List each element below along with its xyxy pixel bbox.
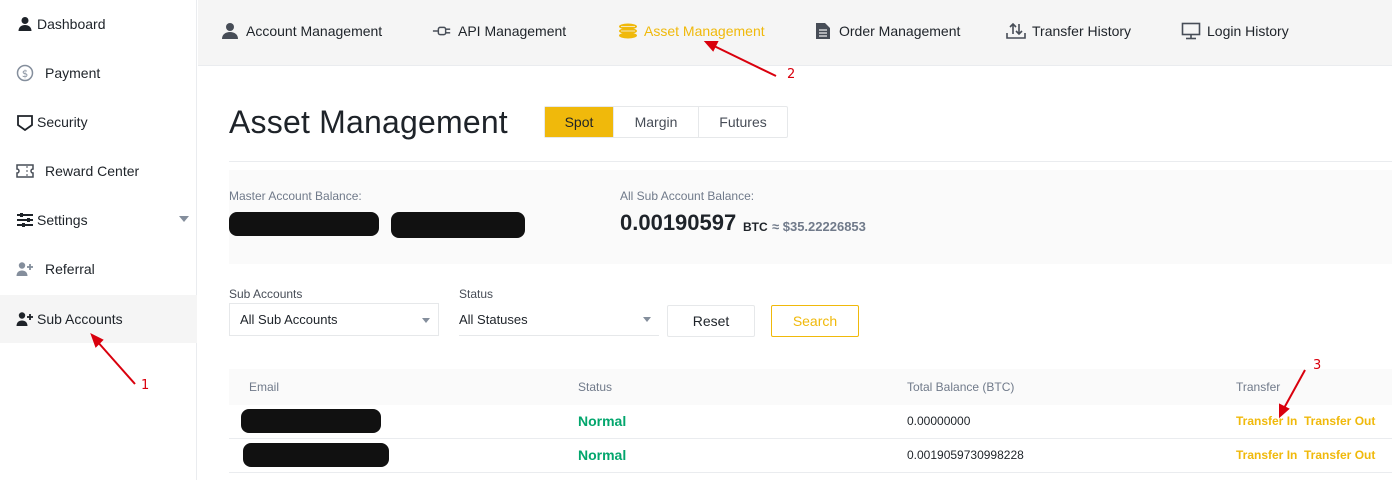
redacted-email [243, 443, 389, 467]
segment-margin[interactable]: Margin [614, 107, 699, 137]
sidebar-item-payment[interactable]: $ Payment [0, 49, 197, 97]
transfer-in-link[interactable]: Transfer In [1236, 414, 1297, 428]
sidebar-item-label: Settings [37, 212, 88, 228]
tab-label: Order Management [839, 23, 961, 39]
ticket-icon [16, 162, 34, 180]
document-icon [813, 21, 833, 41]
main-content: Asset Management Spot Margin Futures Mas… [198, 66, 1392, 480]
sidebar-item-dashboard[interactable]: Dashboard [0, 0, 197, 48]
table-header: Email Status Total Balance (BTC) Transfe… [229, 369, 1392, 405]
svg-text:$: $ [22, 69, 28, 80]
transfer-in-link[interactable]: Transfer In [1236, 448, 1297, 462]
chevron-down-icon[interactable] [179, 216, 189, 222]
tab-asset-management[interactable]: Asset Management [618, 0, 765, 62]
tab-order-management[interactable]: Order Management [813, 0, 960, 62]
tab-label: API Management [458, 23, 567, 39]
column-transfer: Transfer [1236, 380, 1281, 394]
tab-login-history[interactable]: Login History [1181, 0, 1289, 62]
balance-value: 0.00000000 [907, 414, 971, 428]
sidebar: Dashboard $ Payment Security Reward Cent… [0, 0, 197, 480]
user-icon [16, 15, 34, 33]
divider [229, 161, 1392, 162]
sidebar-item-sub-accounts[interactable]: Sub Accounts [0, 295, 197, 343]
sub-accounts-select-value: All Sub Accounts [240, 312, 338, 327]
balance-panel: Master Account Balance: All Sub Account … [229, 170, 1392, 264]
column-status: Status [578, 380, 613, 394]
sidebar-item-label: Sub Accounts [37, 311, 123, 327]
page-title: Asset Management [229, 104, 508, 140]
sidebar-item-reward-center[interactable]: Reward Center [0, 147, 197, 195]
tab-label: Login History [1207, 23, 1289, 39]
sidebar-item-security[interactable]: Security [0, 98, 197, 146]
annotation-label-1: 1 [141, 378, 150, 393]
redacted-master-balance [391, 212, 525, 238]
balance-value: 0.0019059730998228 [907, 448, 1024, 462]
tab-transfer-history[interactable]: Transfer History [1006, 0, 1131, 62]
master-balance-label: Master Account Balance: [229, 189, 362, 203]
table-row: Normal 0.0019059730998228 Transfer In Tr… [229, 439, 1392, 473]
market-segmented-control: Spot Margin Futures [544, 106, 788, 138]
user-plus-icon [16, 260, 34, 278]
reset-button[interactable]: Reset [667, 305, 755, 337]
redacted-email [241, 409, 381, 433]
user-plus-icon [16, 310, 34, 328]
search-button[interactable]: Search [771, 305, 859, 337]
sliders-icon [16, 211, 34, 229]
sidebar-item-label: Security [37, 114, 88, 130]
tab-label: Account Management [246, 23, 383, 39]
tab-label: Asset Management [644, 23, 765, 39]
chevron-down-icon [422, 318, 430, 323]
column-email: Email [249, 380, 280, 394]
redacted-master-balance [229, 212, 379, 236]
sub-accounts-select[interactable]: All Sub Accounts [229, 303, 439, 336]
sidebar-item-referral[interactable]: Referral [0, 245, 197, 293]
status-filter-label: Status [459, 287, 494, 301]
page-root: Dashboard $ Payment Security Reward Cent… [0, 0, 1392, 480]
monitor-icon [1181, 21, 1201, 41]
sidebar-item-label: Reward Center [45, 163, 140, 179]
sub-accounts-filter-label: Sub Accounts [229, 287, 303, 301]
tab-label: Transfer History [1032, 23, 1132, 39]
status-select[interactable]: All Statuses [459, 303, 659, 336]
annotation-label-2: 2 [787, 67, 796, 82]
sub-balance-label: All Sub Account Balance: [620, 189, 755, 203]
segment-spot[interactable]: Spot [545, 107, 614, 137]
coins-icon [618, 21, 638, 41]
top-nav: Account Management API Management Asset … [198, 0, 1392, 66]
annotation-label-3: 3 [1313, 358, 1322, 373]
tab-account-management[interactable]: Account Management [220, 0, 382, 62]
sub-balance-unit: BTC [743, 220, 768, 234]
sub-balance-usd: ≈ $35.22226853 [772, 219, 866, 234]
transfer-out-link[interactable]: Transfer Out [1304, 414, 1375, 428]
user-icon [220, 21, 240, 41]
plug-icon [432, 21, 452, 41]
segment-futures[interactable]: Futures [699, 107, 787, 137]
sidebar-item-label: Payment [45, 65, 101, 81]
transfer-icon [1006, 21, 1026, 41]
shield-icon [16, 113, 34, 131]
sidebar-item-label: Referral [45, 261, 95, 277]
status-badge: Normal [578, 447, 627, 463]
tab-api-management[interactable]: API Management [432, 0, 566, 62]
dollar-circle-icon: $ [16, 64, 34, 82]
chevron-down-icon [643, 317, 651, 322]
sidebar-item-label: Dashboard [37, 16, 106, 32]
sub-balance-value: 0.00190597 [620, 210, 737, 235]
table-row: Normal 0.00000000 Transfer In Transfer O… [229, 405, 1392, 439]
column-total-balance: Total Balance (BTC) [907, 380, 1015, 394]
status-select-value: All Statuses [459, 311, 528, 327]
status-badge: Normal [578, 413, 627, 429]
sidebar-item-settings[interactable]: Settings [0, 196, 197, 244]
transfer-out-link[interactable]: Transfer Out [1304, 448, 1375, 462]
